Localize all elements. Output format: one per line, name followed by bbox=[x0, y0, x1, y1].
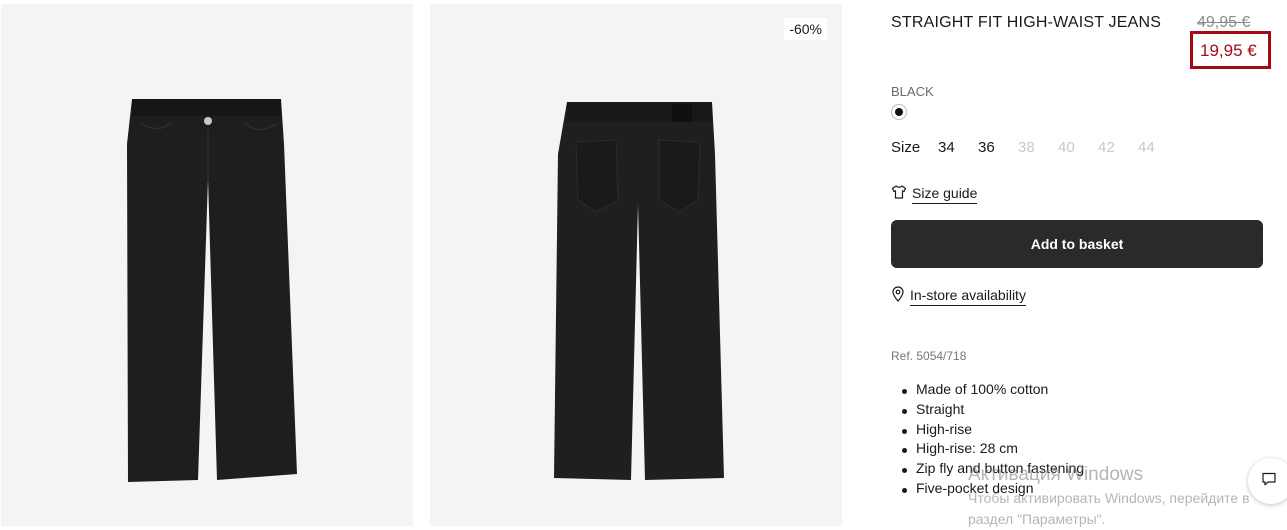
sale-price-highlight: 19,95 € bbox=[1190, 31, 1271, 69]
jeans-front-photo[interactable] bbox=[1, 4, 413, 526]
color-swatch-black[interactable] bbox=[891, 104, 907, 120]
feature-item: High-rise: 28 cm bbox=[899, 439, 1084, 459]
product-reference: Ref. 5054/718 bbox=[891, 349, 967, 363]
size-option-34[interactable]: 34 bbox=[938, 139, 955, 156]
sale-price: 19,95 € bbox=[1200, 41, 1257, 60]
size-guide-link[interactable]: Size guide bbox=[891, 184, 978, 205]
watermark-line: раздел "Параметры". bbox=[968, 511, 1106, 527]
feature-item: Zip fly and button fastening bbox=[899, 459, 1084, 479]
feature-item: Five-pocket design bbox=[899, 479, 1084, 499]
size-guide-label[interactable]: Size guide bbox=[912, 185, 978, 204]
size-option-36[interactable]: 36 bbox=[978, 139, 995, 156]
feature-item: Made of 100% cotton bbox=[899, 380, 1084, 400]
chat-button[interactable] bbox=[1248, 458, 1287, 504]
product-title: STRAIGHT FIT HIGH-WAIST JEANS bbox=[891, 14, 1162, 31]
add-to-basket-button[interactable]: Add to basket bbox=[891, 220, 1263, 268]
in-store-availability-label[interactable]: In-store availability bbox=[910, 287, 1026, 306]
feature-item: Straight bbox=[899, 400, 1084, 420]
feature-item: High-rise bbox=[899, 420, 1084, 440]
discount-badge: -60% bbox=[784, 18, 827, 40]
size-option-38[interactable]: 38 bbox=[1018, 139, 1035, 156]
location-pin-icon bbox=[891, 286, 905, 307]
size-option-42[interactable]: 42 bbox=[1098, 139, 1115, 156]
jeans-back-photo[interactable]: -60% bbox=[430, 4, 842, 526]
size-label: Size bbox=[891, 139, 921, 156]
size-option-44[interactable]: 44 bbox=[1138, 139, 1155, 156]
in-store-availability-link[interactable]: In-store availability bbox=[891, 286, 1026, 307]
size-option-40[interactable]: 40 bbox=[1058, 139, 1075, 156]
color-name: BLACK bbox=[891, 84, 934, 99]
old-price: 49,95 € bbox=[1197, 14, 1251, 31]
feature-list: Made of 100% cotton Straight High-rise H… bbox=[899, 380, 1084, 499]
tshirt-icon bbox=[891, 184, 907, 205]
chat-icon bbox=[1261, 471, 1277, 492]
